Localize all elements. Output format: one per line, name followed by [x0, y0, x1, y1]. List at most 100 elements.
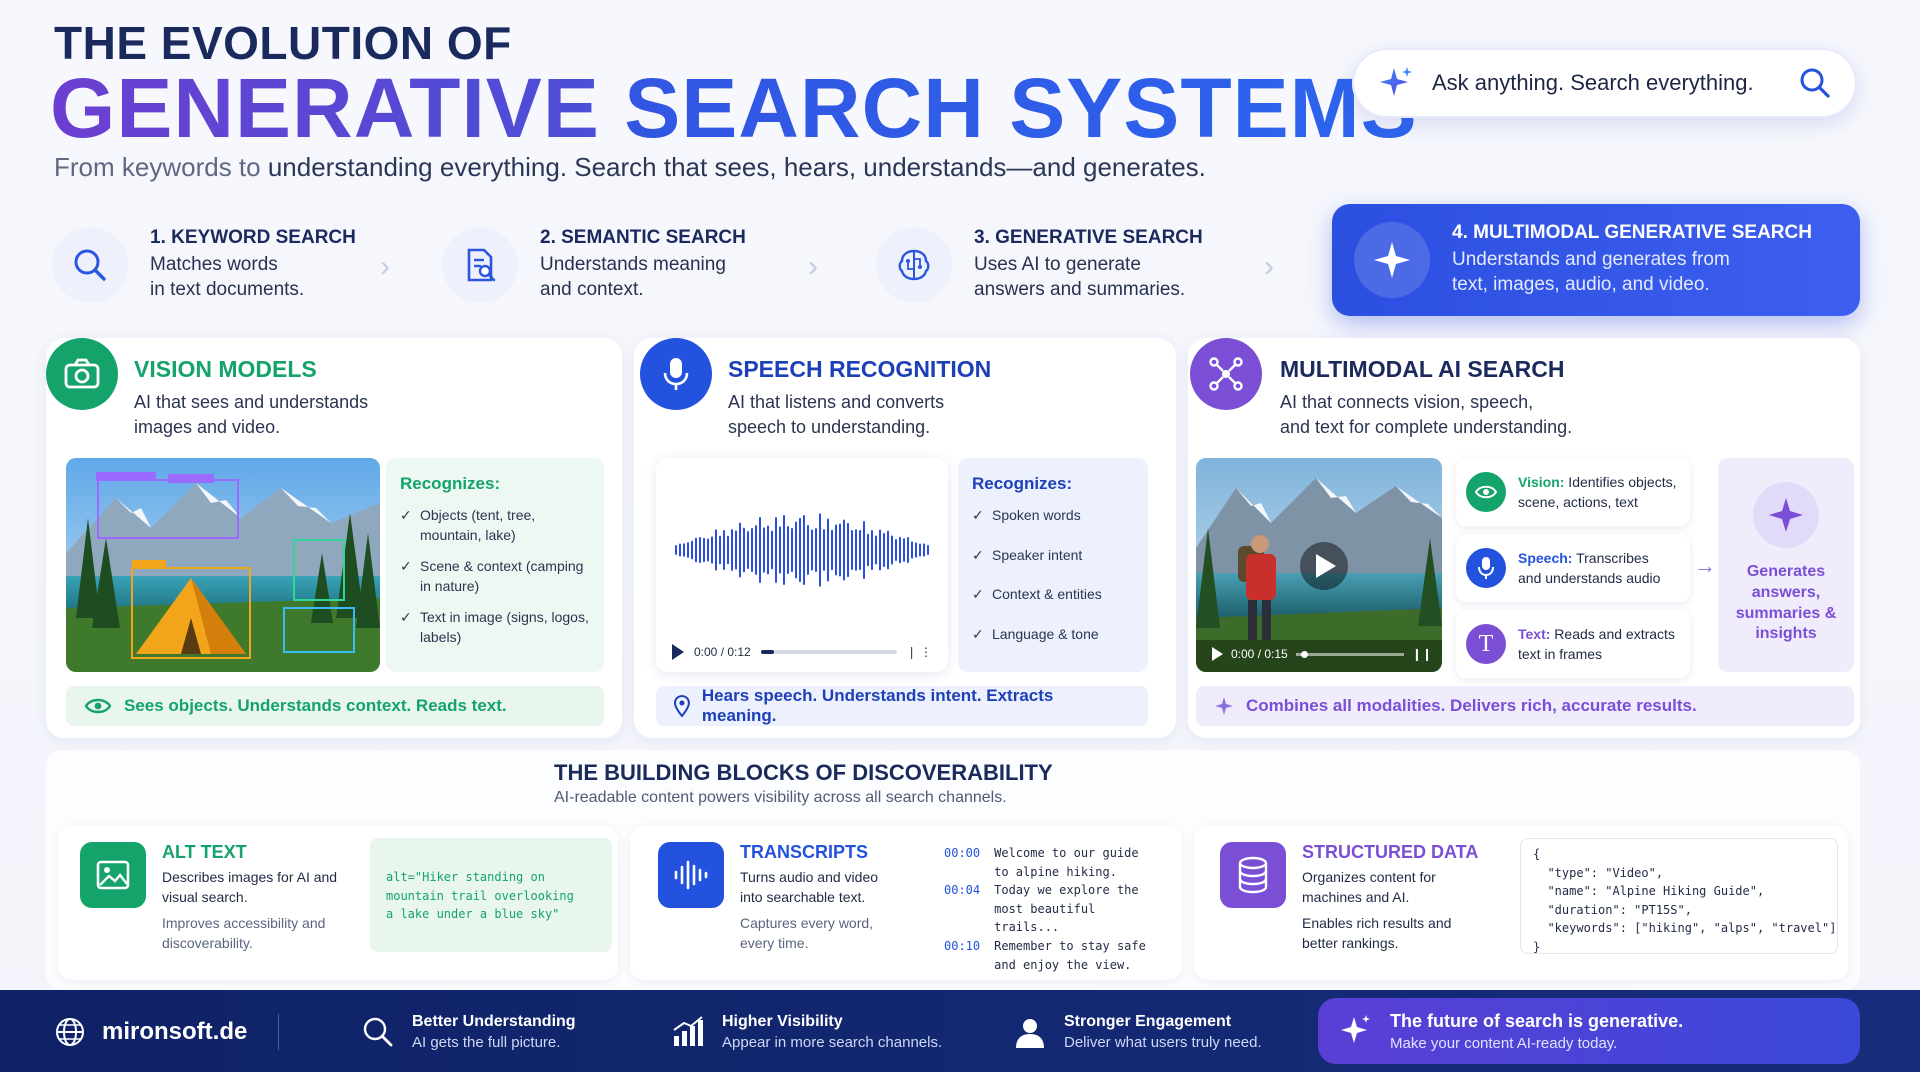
transcript-lines: 00:00 Welcome to our guide to alpine hikin…	[944, 846, 1146, 972]
list-item: Scene & context (camping in nature)	[400, 557, 590, 596]
alt-text-code: alt="Hiker standing on mountain trail ove…	[370, 838, 612, 952]
output-panel: Generates answers, summaries & insights	[1718, 458, 1854, 672]
user-icon	[1016, 1019, 1044, 1048]
chevron-right-icon: ›	[808, 250, 818, 283]
footer-divider	[278, 1014, 279, 1050]
sparkle-icon	[1354, 222, 1430, 298]
list-item: Objects (tent, tree, mountain, lake)	[400, 506, 590, 545]
footer-brand[interactable]: mironsoft.de	[54, 1002, 247, 1062]
chart-up-icon	[673, 1016, 703, 1046]
multimodal-summary-text: Combines all modalities. Delivers rich, …	[1246, 696, 1697, 715]
text-icon: T	[1466, 624, 1506, 664]
building-blocks-subtitle: AI-readable content powers visibility ac…	[554, 789, 1007, 806]
speech-desc: AI that listens and converts speech to un…	[728, 392, 945, 438]
search-icon[interactable]	[1799, 67, 1831, 99]
title-part1: GENERATIVE	[50, 61, 600, 155]
list-item: Context & entities	[972, 585, 1134, 605]
structured-data-benefit: Enables rich results and better rankings.	[1302, 915, 1452, 951]
camera-icon	[46, 338, 118, 410]
vision-image	[66, 458, 380, 672]
footer-item-engagement: Stronger Engagement Deliver what users tr…	[1012, 1002, 1262, 1062]
volume-icon[interactable]: ❙❙	[1412, 647, 1432, 661]
multimodal-desc: AI that connects vision, speech, and text…	[1280, 392, 1573, 438]
brain-icon	[876, 227, 952, 303]
vision-summary-text: Sees objects. Understands context. Reads…	[124, 696, 507, 715]
player-time: 0:00 / 0:12	[694, 645, 751, 659]
structured-data-desc: Organizes content for machines and AI.	[1302, 869, 1436, 905]
transcripts-title: TRANSCRIPTS	[740, 842, 869, 862]
vision-title: VISION MODELS	[134, 356, 317, 382]
mode-speech: Speech: Transcribes and understands audio	[1456, 534, 1690, 602]
list-item: Text in image (signs, logos, labels)	[400, 608, 590, 647]
arrow-right-icon: →	[1694, 553, 1716, 578]
recognizes-label: Recognizes:	[400, 474, 501, 493]
waveform	[675, 513, 929, 587]
microphone-icon	[640, 338, 712, 410]
sparkle-icon	[1215, 697, 1233, 715]
database-icon	[1220, 842, 1286, 908]
vision-desc: AI that sees and understands images and v…	[134, 392, 369, 438]
transcripts-desc: Turns audio and video into searchable tex…	[740, 869, 879, 905]
seek-bar[interactable]	[1295, 650, 1404, 658]
alt-text-title: ALT TEXT	[162, 842, 247, 862]
page-subtitle: From keywords to understanding everythin…	[54, 152, 1206, 183]
image-icon	[80, 842, 146, 908]
step-multimodal-search: 4. MULTIMODAL GENERATIVE SEARCH Understa…	[1332, 204, 1860, 316]
speech-recognizes-panel: Recognizes: Spoken words Speaker intent …	[958, 458, 1148, 672]
search-icon	[52, 227, 128, 303]
player-time: 0:00 / 0:15	[1231, 647, 1288, 661]
video-player[interactable]: 0:00 / 0:15 ❙❙	[1196, 458, 1442, 672]
page-title: GENERATIVE SEARCH SYSTEMS	[50, 60, 1418, 157]
footer-item-visibility: Higher Visibility Appear in more search c…	[670, 1002, 942, 1062]
step-keyword-search: 1. KEYWORD SEARCH Matches words in text d…	[52, 224, 356, 306]
play-button[interactable]	[672, 644, 684, 660]
speech-title: SPEECH RECOGNITION	[728, 356, 992, 382]
step-desc: Uses AI to generate answers and summaries…	[974, 254, 1186, 300]
step-title: 1. KEYWORD SEARCH	[150, 227, 356, 249]
play-button[interactable]	[1212, 647, 1223, 661]
search-icon	[363, 1017, 393, 1047]
volume-icon[interactable]: ❘ ⋮	[907, 645, 932, 659]
list-item: Spoken words	[972, 506, 1134, 526]
transcripts-benefit: Captures every word, every time.	[740, 915, 874, 951]
chevron-right-icon: ›	[1264, 250, 1274, 283]
vision-recognizes-panel: Recognizes: Objects (tent, tree, mountai…	[386, 458, 604, 672]
sparkle-icon	[1380, 67, 1412, 96]
subtitle-muted: From keywords to	[54, 152, 261, 182]
step-title: 2. SEMANTIC SEARCH	[540, 227, 746, 249]
audio-wave-icon	[658, 842, 724, 908]
vision-summary: Sees objects. Understands context. Reads…	[66, 686, 604, 726]
mode-text: T Text: Reads and extracts text in frames	[1456, 610, 1690, 678]
document-search-icon	[442, 227, 518, 303]
footer-item-understanding: Better Understanding AI gets the full pic…	[360, 1002, 576, 1062]
step-title: 4. MULTIMODAL GENERATIVE SEARCH	[1452, 222, 1812, 244]
step-desc: Understands and generates from text, imag…	[1452, 249, 1730, 295]
step-desc: Understands meaning and context.	[540, 254, 726, 300]
list-item: Language & tone	[972, 625, 1134, 645]
subtitle-rest: understanding everything. Search that se…	[260, 152, 1206, 182]
seek-bar[interactable]	[760, 650, 897, 654]
building-blocks-title: THE BUILDING BLOCKS OF DISCOVERABILITY	[554, 760, 1053, 785]
speech-summary: Hears speech. Understands intent. Extrac…	[656, 686, 1148, 726]
network-icon	[1190, 338, 1262, 410]
step-semantic-search: 2. SEMANTIC SEARCH Understands meaning an…	[442, 224, 746, 306]
sparkle-icon	[1341, 1015, 1370, 1043]
multimodal-summary: Combines all modalities. Delivers rich, …	[1196, 686, 1854, 726]
step-title: 3. GENERATIVE SEARCH	[974, 227, 1203, 249]
microphone-icon	[1466, 548, 1506, 588]
eye-icon	[1466, 472, 1506, 512]
speech-summary-text: Hears speech. Understands intent. Extrac…	[701, 686, 1054, 725]
mode-vision: Vision: Identifies objects, scene, action…	[1456, 458, 1690, 526]
cta-title: The future of search is generative.	[1390, 1010, 1684, 1031]
location-pin-icon	[674, 695, 690, 717]
multimodal-title: MULTIMODAL AI SEARCH	[1280, 356, 1565, 382]
cta-banner[interactable]: The future of search is generative. Make…	[1318, 998, 1860, 1064]
structured-data-title: STRUCTURED DATA	[1302, 842, 1479, 862]
search-input[interactable]: Ask anything. Search everything.	[1432, 70, 1781, 96]
search-bar[interactable]: Ask anything. Search everything.	[1352, 48, 1857, 118]
alt-text-benefit: Improves accessibility and discoverabilit…	[162, 915, 326, 951]
recognizes-label: Recognizes:	[972, 474, 1073, 493]
alt-text-desc: Describes images for AI and visual search…	[162, 869, 338, 905]
audio-player: 0:00 / 0:12 ❘ ⋮	[656, 458, 948, 672]
eye-icon	[84, 698, 112, 714]
